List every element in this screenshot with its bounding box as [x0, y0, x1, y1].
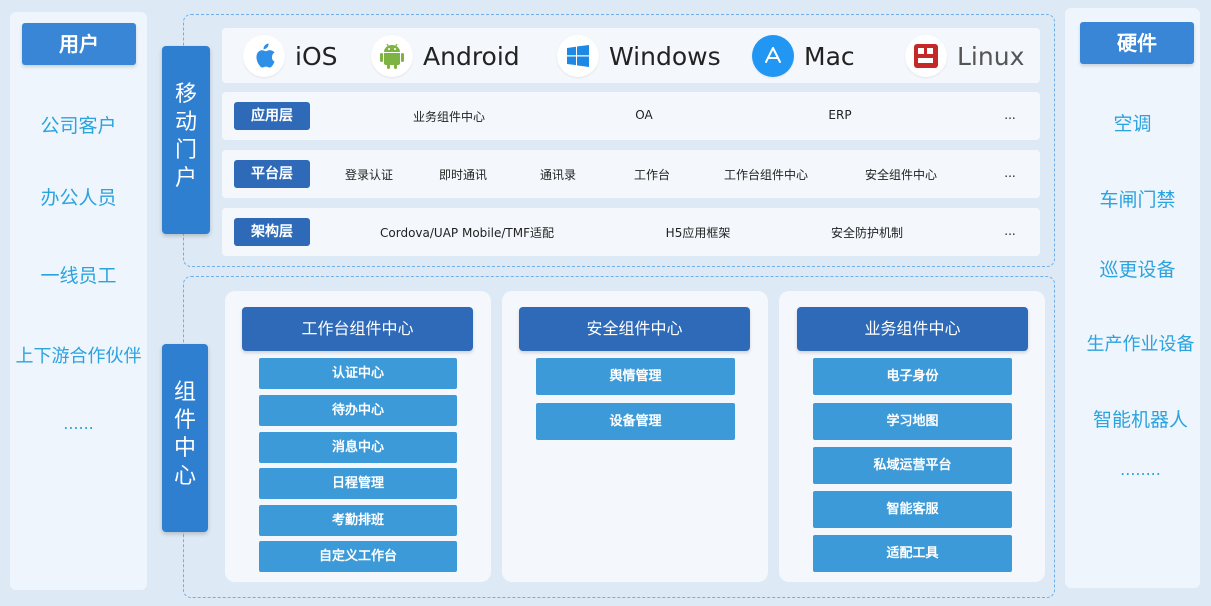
layer-item: ...	[1004, 166, 1016, 180]
layer-item: ERP	[828, 108, 852, 122]
layer-row-platform: 平台层 登录认证 即时通讯 通讯录 工作台 工作台组件中心 安全组件中心 ...	[222, 150, 1040, 198]
platform-name: Android	[423, 41, 520, 71]
user-item-more: ......	[63, 414, 94, 433]
layer-tag: 平台层	[234, 160, 310, 188]
user-item-company-customer: 公司客户	[40, 115, 117, 137]
component-center-label-char: 组	[173, 380, 196, 405]
layer-item: ...	[1004, 224, 1016, 238]
mobile-portal-label: 移 动 门 户	[162, 46, 210, 234]
hardware-item-patrol-device: 巡更设备	[1099, 259, 1176, 281]
component-center-label-char: 心	[173, 464, 196, 489]
platform-ios: iOS	[243, 35, 338, 77]
windows-icon	[557, 35, 599, 77]
mobile-portal-label-char: 动	[174, 110, 197, 135]
layer-item: 安全防护机制	[830, 226, 904, 240]
layer-item: 通讯录	[539, 168, 577, 182]
layer-row-architecture: 架构层 Cordova/UAP Mobile/TMF适配 H5应用框架 安全防护…	[222, 208, 1040, 256]
component-center-label: 组 件 中 心	[162, 344, 208, 532]
layer-item: 工作台组件中心	[723, 168, 809, 182]
component-item: 学习地图	[813, 403, 1012, 440]
platform-name: Linux	[957, 41, 1025, 71]
hardware-item-gate-access: 车闸门禁	[1099, 189, 1176, 211]
hardware-item-smart-robot: 智能机器人	[1092, 409, 1188, 431]
mobile-portal-label-char: 户	[174, 166, 197, 191]
layer-item: OA	[635, 108, 653, 122]
layer-item: Cordova/UAP Mobile/TMF适配	[380, 226, 554, 240]
component-column-business: 业务组件中心 电子身份 学习地图 私域运营平台 智能客服 适配工具	[779, 291, 1045, 582]
users-title: 用户	[22, 23, 136, 65]
component-column-title: 工作台组件中心	[242, 307, 473, 351]
platform-mac: Mac	[752, 35, 855, 77]
layer-item: 安全组件中心	[864, 168, 938, 182]
apple-icon	[243, 35, 285, 77]
mobile-portal-label-char: 移	[174, 82, 197, 107]
hardware-item-more: ........	[1120, 460, 1161, 479]
user-item-office-staff: 办公人员	[40, 187, 117, 209]
component-item: 私域运营平台	[813, 447, 1012, 484]
component-item: 智能客服	[813, 491, 1012, 528]
component-item: 日程管理	[259, 468, 457, 499]
layer-tag: 架构层	[234, 218, 310, 246]
hardware-item-air-conditioner: 空调	[1113, 113, 1152, 135]
platform-name: iOS	[295, 41, 338, 71]
platform-name: Mac	[804, 41, 855, 71]
platform-name: Windows	[609, 41, 721, 71]
user-item-frontline-staff: 一线员工	[40, 265, 117, 287]
platform-windows: Windows	[557, 35, 721, 77]
layer-tag: 应用层	[234, 102, 310, 130]
mobile-portal-label-char: 门	[174, 138, 197, 163]
layer-item: 工作台	[633, 168, 671, 182]
android-icon	[371, 35, 413, 77]
user-item-partners: 上下游合作伙伴	[15, 346, 142, 367]
component-column-title: 业务组件中心	[797, 307, 1028, 351]
component-item: 设备管理	[536, 403, 735, 440]
layer-item: 即时通讯	[438, 168, 488, 182]
component-item: 考勤排班	[259, 505, 457, 536]
layer-row-application: 应用层 业务组件中心 OA ERP ...	[222, 92, 1040, 140]
component-center-label-char: 中	[173, 436, 196, 461]
linux-icon	[905, 35, 947, 77]
component-item: 舆情管理	[536, 358, 735, 395]
component-item: 消息中心	[259, 432, 457, 463]
component-item: 电子身份	[813, 358, 1012, 395]
component-center-label-char: 件	[173, 408, 196, 433]
layer-item: 登录认证	[344, 168, 394, 182]
component-item: 认证中心	[259, 358, 457, 389]
layer-item: 业务组件中心	[412, 110, 486, 124]
component-column-workbench: 工作台组件中心 认证中心 待办中心 消息中心 日程管理 考勤排班 自定义工作台	[225, 291, 491, 582]
component-column-title: 安全组件中心	[519, 307, 750, 351]
users-panel: 用户 公司客户 办公人员 一线员工 上下游合作伙伴 ......	[10, 12, 147, 590]
component-item: 自定义工作台	[259, 541, 457, 572]
hardware-title: 硬件	[1080, 22, 1194, 64]
layer-item: ...	[1004, 108, 1016, 122]
platform-linux: Linux	[905, 35, 1024, 77]
hardware-item-production-equipment: 生产作业设备	[1086, 334, 1195, 355]
component-item: 适配工具	[813, 535, 1012, 572]
platform-android: Android	[371, 35, 520, 77]
component-item: 待办中心	[259, 395, 457, 426]
app-store-icon	[752, 35, 794, 77]
hardware-panel: 硬件 空调 车闸门禁 巡更设备 生产作业设备 智能机器人 ........	[1065, 8, 1200, 588]
layer-item: H5应用框架	[665, 226, 731, 240]
component-column-security: 安全组件中心 舆情管理 设备管理	[502, 291, 768, 582]
